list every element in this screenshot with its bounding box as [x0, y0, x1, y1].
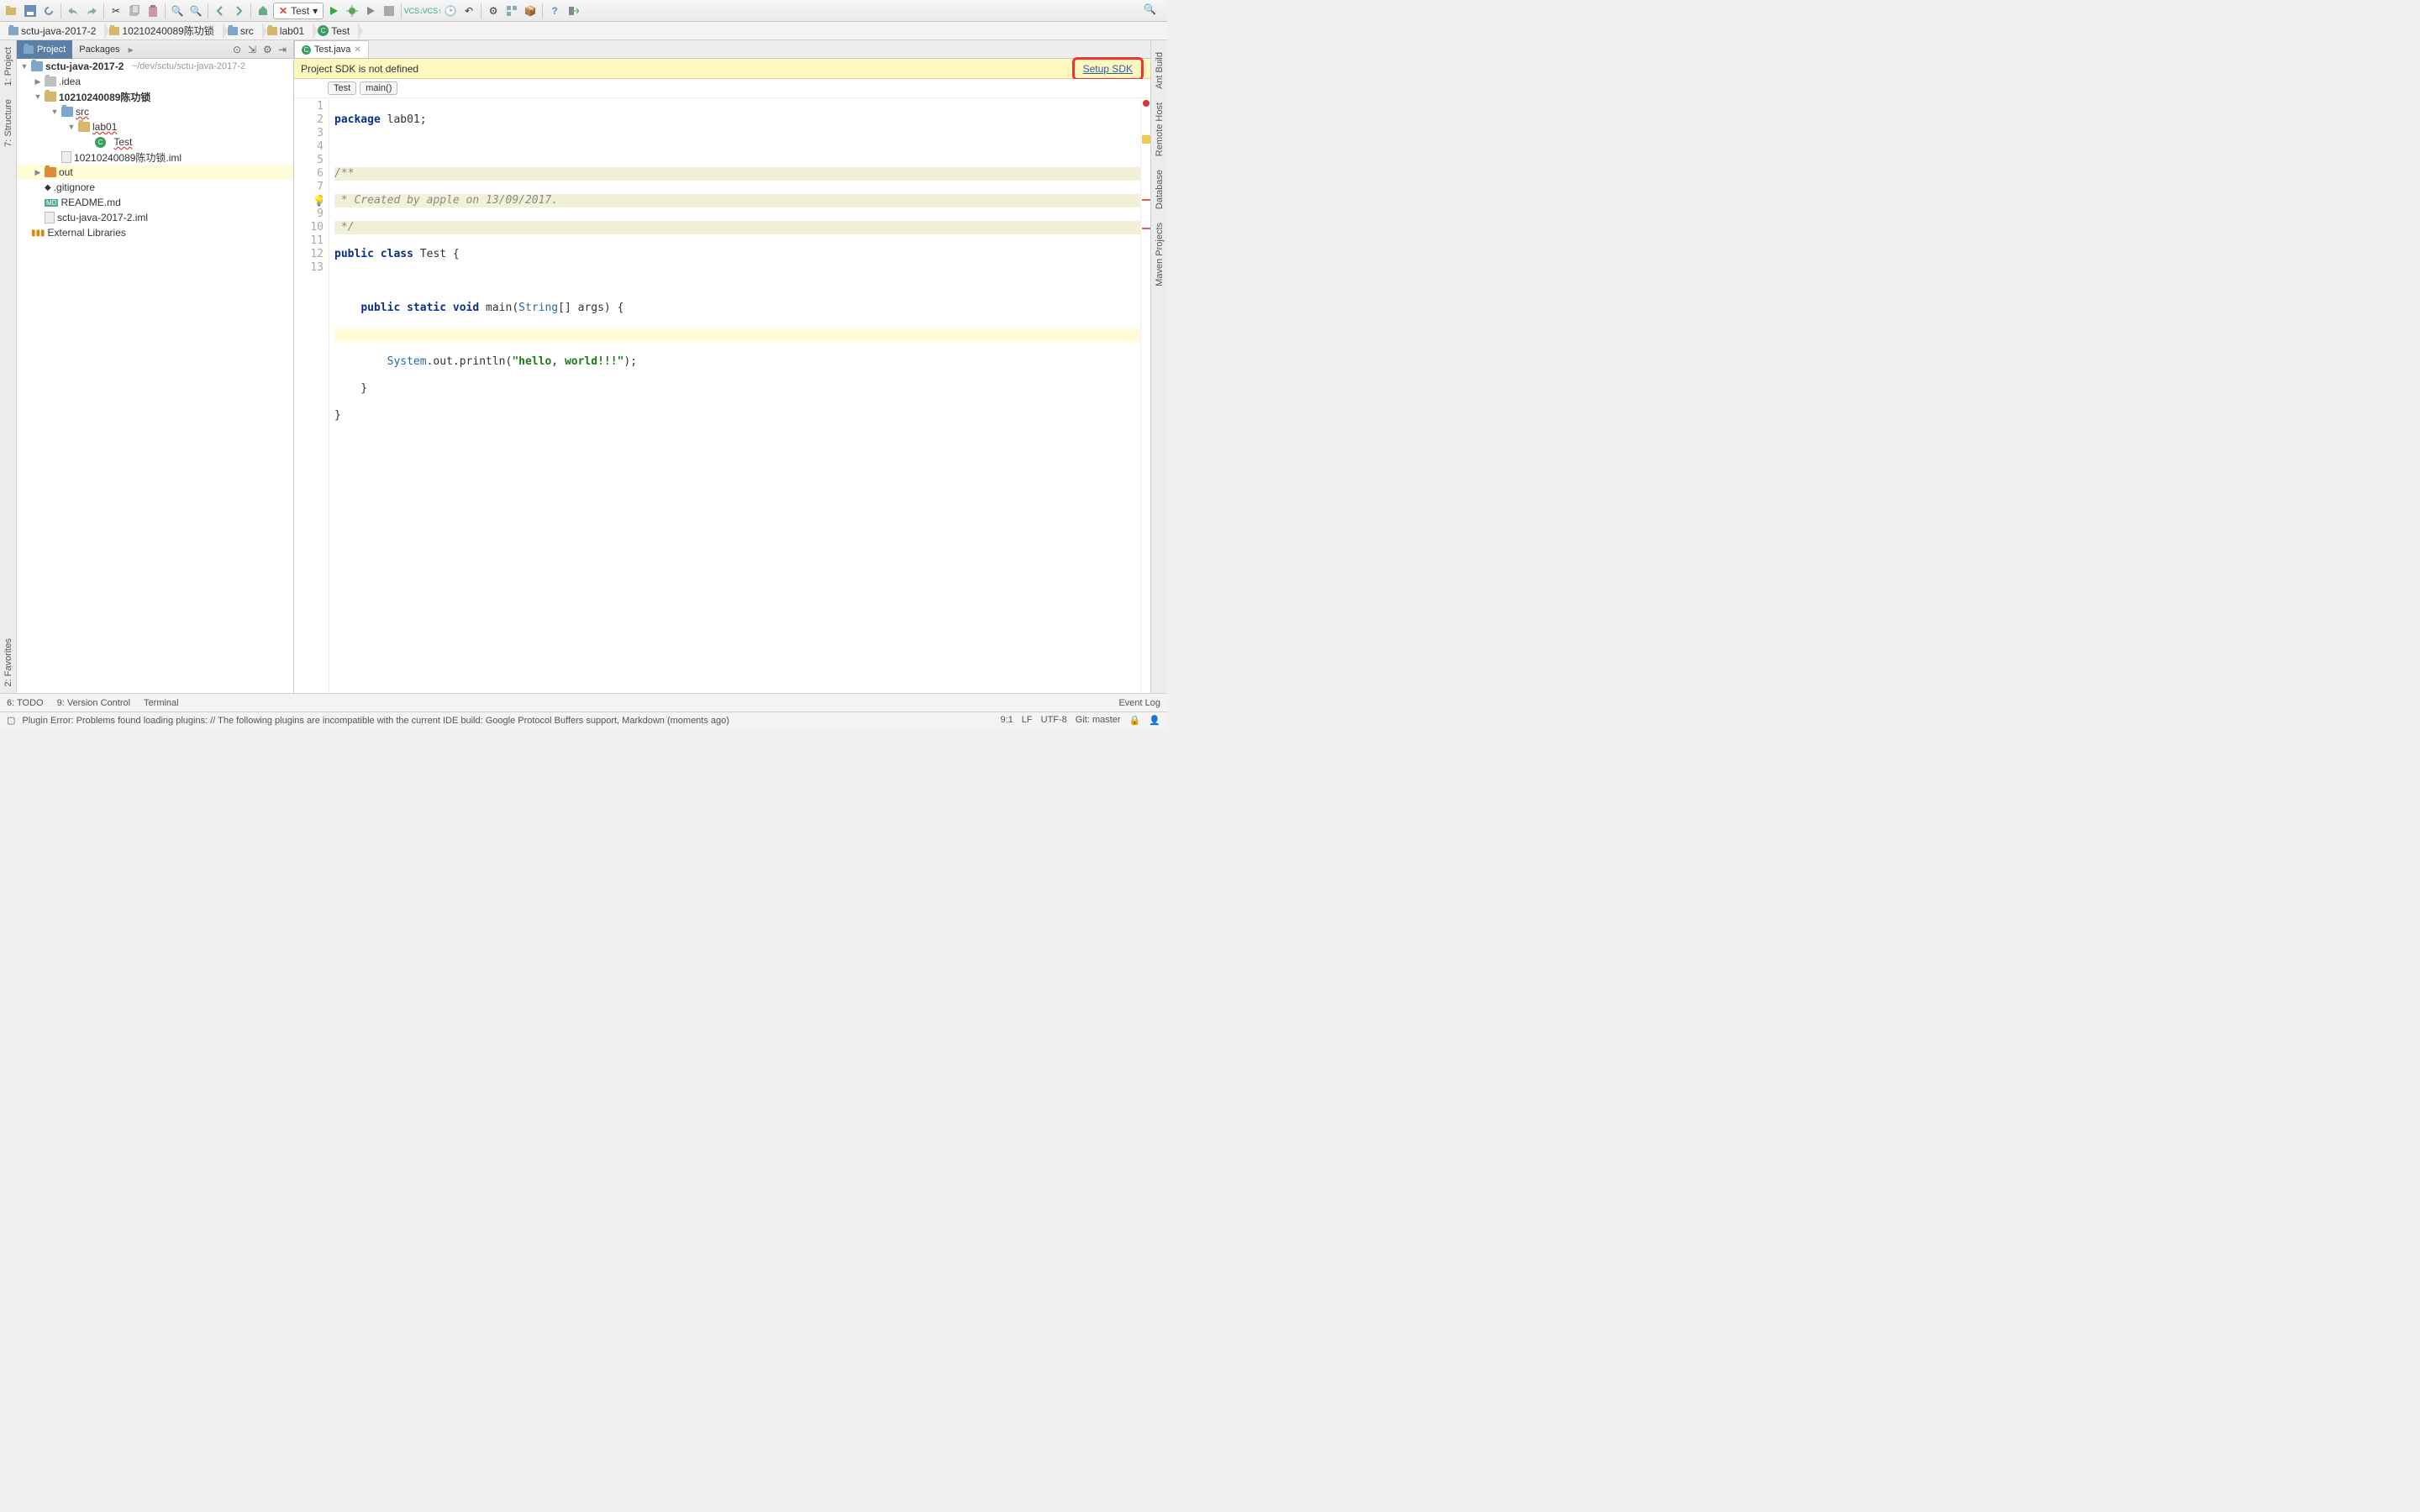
tool-remote[interactable]: Remote Host [1155, 102, 1165, 156]
editor-breadcrumbs: Test main() [294, 79, 1150, 98]
history-icon[interactable]: 🕑 [442, 3, 459, 19]
paste-icon[interactable] [145, 3, 161, 19]
breadcrumb-src[interactable]: src [223, 23, 262, 39]
breadcrumb-class[interactable]: CTest [313, 23, 358, 39]
tab-version-control[interactable]: 9: Version Control [57, 698, 130, 708]
left-tool-strip: 1: Project 7: Structure 2: Favorites [0, 40, 17, 693]
run-icon[interactable] [325, 3, 342, 19]
chevron-right-icon[interactable]: ▸ [129, 44, 134, 55]
tab-project[interactable]: Project [17, 40, 72, 59]
tree-row-out[interactable]: ▶out [17, 165, 293, 180]
run-config-selector[interactable]: ✕ Test ▾ [273, 3, 324, 19]
hector-icon[interactable]: 👤 [1149, 715, 1160, 726]
cut-icon[interactable]: ✂ [108, 3, 124, 19]
project-structure-icon[interactable] [503, 3, 520, 19]
right-tool-strip: Ant Build Remote Host Database Maven Pro… [1150, 40, 1167, 693]
tool-structure[interactable]: 7: Structure [3, 99, 13, 147]
bottom-tool-bar: 6: TODO 9: Version Control Terminal Even… [0, 693, 1167, 711]
open-icon[interactable] [3, 3, 20, 19]
exit-icon[interactable] [565, 3, 581, 19]
caret-position[interactable]: 9:1 [1000, 715, 1013, 726]
vcs-commit-icon[interactable]: VCS↑ [424, 3, 440, 19]
refresh-icon[interactable] [40, 3, 57, 19]
sdk-warning-bar: Project SDK is not defined Setup SDK [294, 59, 1150, 79]
navigation-breadcrumb: sctu-java-2017-2 10210240089陈功锁 src lab0… [0, 22, 1167, 40]
breadcrumb-pkg[interactable]: lab01 [262, 23, 313, 39]
scroll-from-source-icon[interactable]: ⊙ [233, 44, 245, 55]
tool-ant[interactable]: Ant Build [1155, 52, 1165, 89]
gear-icon[interactable]: ⚙ [263, 44, 275, 55]
tab-todo[interactable]: 6: TODO [7, 698, 44, 708]
tool-maven[interactable]: Maven Projects [1155, 223, 1165, 286]
tab-event-log[interactable]: Event Log [1118, 698, 1160, 708]
lock-icon[interactable]: 🔒 [1129, 715, 1141, 726]
replace-icon[interactable]: 🔍 [187, 3, 204, 19]
settings-icon[interactable]: ⚙ [485, 3, 502, 19]
status-bar: ▢ Plugin Error: Problems found loading p… [0, 711, 1167, 728]
collapse-all-icon[interactable]: ⇲ [248, 44, 260, 55]
forward-icon[interactable] [230, 3, 247, 19]
setup-sdk-link[interactable]: Setup SDK [1083, 63, 1133, 75]
status-icon[interactable]: ▢ [7, 715, 15, 726]
undo-icon[interactable] [65, 3, 82, 19]
copy-icon[interactable] [126, 3, 143, 19]
find-icon[interactable]: 🔍 [169, 3, 186, 19]
tool-database[interactable]: Database [1155, 170, 1165, 209]
close-icon[interactable]: ✕ [354, 45, 360, 55]
editor-area: C Test.java ✕ Project SDK is not defined… [294, 40, 1150, 693]
error-stripe[interactable] [1140, 98, 1150, 693]
tool-project[interactable]: 1: Project [3, 47, 13, 86]
run-config-name: Test [291, 5, 309, 17]
help-icon[interactable]: ? [546, 3, 563, 19]
back-icon[interactable] [212, 3, 229, 19]
redo-icon[interactable] [83, 3, 100, 19]
tool-favorites[interactable]: 2: Favorites [3, 638, 13, 686]
breadcrumb-project[interactable]: sctu-java-2017-2 [3, 23, 104, 39]
encoding[interactable]: UTF-8 [1041, 715, 1067, 726]
line-ending[interactable]: LF [1022, 715, 1033, 726]
error-tick[interactable] [1142, 199, 1150, 201]
error-marker[interactable] [1143, 100, 1150, 107]
status-message: Plugin Error: Problems found loading plu… [22, 716, 729, 726]
stop-icon[interactable] [381, 3, 397, 19]
tab-terminal[interactable]: Terminal [144, 698, 179, 708]
tab-packages[interactable]: Packages [72, 40, 126, 59]
code-editor[interactable]: package lab01; /** * Created by apple on… [329, 98, 1140, 693]
search-everywhere-icon[interactable]: 🔍 [1144, 3, 1159, 18]
sdk-warning-text: Project SDK is not defined [301, 63, 418, 75]
warning-marker[interactable] [1142, 135, 1150, 144]
debug-icon[interactable] [344, 3, 360, 19]
intention-bulb-icon[interactable]: 💡 [313, 194, 325, 207]
chevron-down-icon: ▾ [313, 5, 318, 17]
git-branch[interactable]: Git: master [1076, 715, 1121, 726]
main-toolbar: ✂ 🔍 🔍 ✕ Test ▾ VCS↓ VCS↑ 🕑 ↶ ⚙ 📦 ? 🔍 [0, 0, 1167, 22]
breadcrumb-module[interactable]: 10210240089陈功锁 [104, 23, 222, 39]
hide-icon[interactable]: ⇥ [278, 44, 290, 55]
build-icon[interactable] [255, 3, 271, 19]
coverage-icon[interactable] [362, 3, 379, 19]
project-tree[interactable]: ▼sctu-java-2017-2 ~/dev/sctu/sctu-java-2… [17, 59, 293, 693]
crumb-class[interactable]: Test [328, 81, 356, 95]
editor-tab-test[interactable]: C Test.java ✕ [294, 40, 369, 58]
error-tick[interactable] [1142, 228, 1150, 229]
sdk-icon[interactable]: 📦 [522, 3, 539, 19]
revert-icon[interactable]: ↶ [460, 3, 477, 19]
line-gutter[interactable]: 12345678910111213 [294, 98, 329, 693]
project-tool-window: Project Packages ▸ ⊙ ⇲ ⚙ ⇥ ▼sctu-java-20… [17, 40, 294, 693]
error-icon: ✕ [279, 5, 287, 17]
save-icon[interactable] [22, 3, 39, 19]
crumb-method[interactable]: main() [360, 81, 397, 95]
vcs-update-icon[interactable]: VCS↓ [405, 3, 422, 19]
